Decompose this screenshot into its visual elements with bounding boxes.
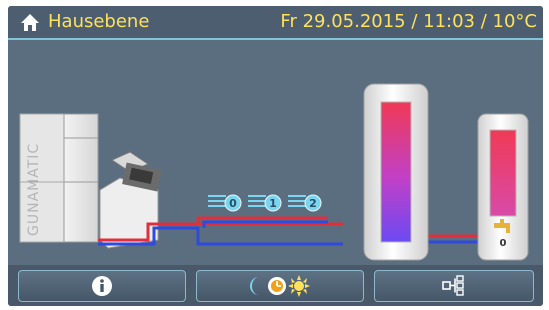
info-button[interactable]	[18, 270, 186, 302]
heating-circuit-label: 2	[309, 197, 317, 210]
hot-water-tank[interactable]: 0	[477, 113, 529, 261]
boiler-brand: GUNAMATIC	[26, 143, 42, 236]
heating-circuit-1[interactable]: 1	[248, 194, 282, 212]
display-screen: Hausebene Fr 29.05.2015 / 11:03 / 10°C G…	[8, 6, 543, 306]
time-program-button[interactable]	[196, 270, 364, 302]
heating-circuit-label: 1	[269, 197, 277, 210]
bottom-toolbar	[8, 265, 543, 306]
hydraulic-scheme-icon	[442, 275, 464, 296]
buffer-tank[interactable]	[363, 83, 429, 261]
heating-circuit-0[interactable]: 0	[208, 194, 242, 212]
date-time-temperature: Fr 29.05.2015 / 11:03 / 10°C	[280, 11, 537, 32]
home-icon[interactable]	[20, 13, 40, 33]
boiler[interactable]: GUNAMATIC	[19, 113, 99, 243]
page-title: Hausebene	[48, 11, 150, 32]
heating-circuit-label: 0	[229, 197, 237, 210]
plant-scheme: GUNAMATIC 0 1 2 0	[19, 83, 529, 261]
frame: Hausebene Fr 29.05.2015 / 11:03 / 10°C G…	[0, 0, 549, 310]
header-bar: Hausebene Fr 29.05.2015 / 11:03 / 10°C	[8, 6, 543, 40]
hydraulic-scheme-button[interactable]	[374, 270, 534, 302]
info-icon	[92, 276, 112, 296]
hot-water-value: 0	[500, 238, 507, 249]
time-program-icon	[249, 275, 310, 297]
heating-circuit-2[interactable]: 2	[288, 194, 322, 212]
